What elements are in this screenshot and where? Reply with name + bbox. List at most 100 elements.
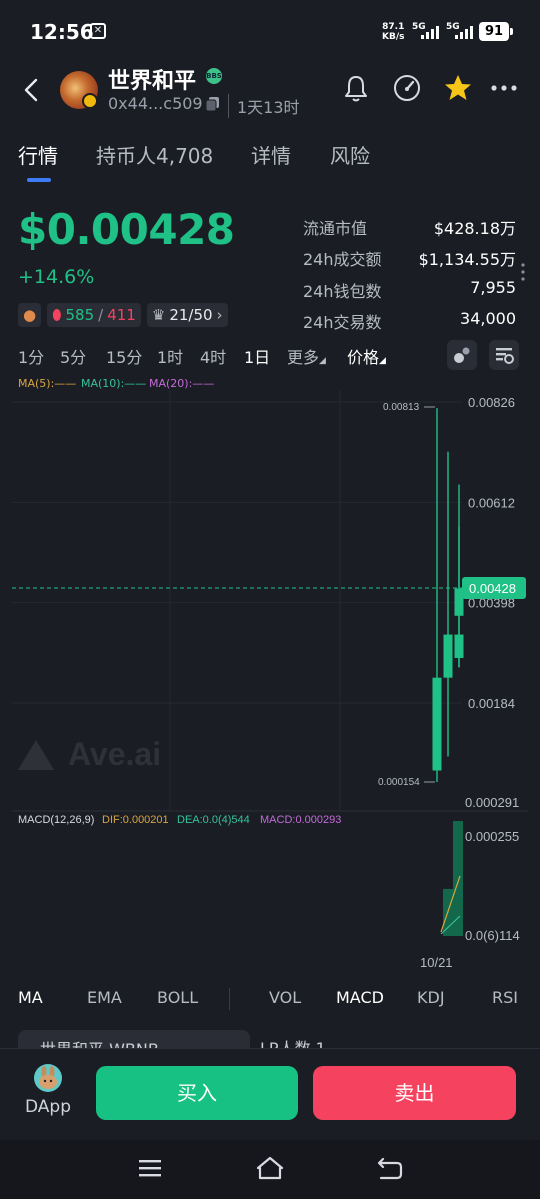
star-icon[interactable] [442, 72, 474, 104]
current-price-tag-text: 0.00428 [469, 581, 516, 596]
tab-indicator [27, 178, 51, 182]
signal-icon-2 [455, 26, 473, 39]
y-tick-label: 0.00612 [468, 495, 515, 510]
timeframe-more[interactable]: 更多◢ [287, 344, 326, 368]
timeframe-1h[interactable]: 1时 [157, 344, 183, 368]
bunny-icon [39, 1066, 57, 1089]
battery-cap [510, 28, 513, 35]
stat-value-volume: $1,134.55万 [418, 250, 516, 269]
indicator-ma[interactable]: MA [18, 988, 43, 1007]
macd-value: MACD:0.000293 [260, 814, 341, 826]
timeframe-15m[interactable]: 15分 [106, 344, 142, 368]
holders-down: 411 [107, 306, 136, 324]
price-chart[interactable]: Ave.ai 0.008260.006120.003980.00184 0.00… [0, 388, 540, 978]
money-bag-icon: ⬮ [52, 306, 62, 324]
crown-icon: ♛ [151, 306, 166, 324]
token-chips: ● ⬮ 585/411 ♛ 21/50 › [18, 303, 228, 327]
watermark-text: Ave.ai [68, 736, 161, 772]
y-axis-ticks: 0.008260.006120.003980.00184 [468, 395, 515, 711]
macd-tick-mid: 0.000255 [465, 829, 519, 844]
tab-holders[interactable]: 持币人4,708 [96, 140, 213, 169]
stat-value-mcap: $428.18万 [433, 219, 516, 238]
battery-icon: 91 [479, 22, 509, 41]
dropdown-icon: ◢ [319, 356, 326, 366]
holders-up: 585 [65, 306, 95, 324]
notification-icon: ✕ [90, 23, 106, 39]
more-icon[interactable] [488, 72, 520, 104]
indicator-kdj[interactable]: KDJ [417, 988, 445, 1007]
vertical-more-icon[interactable] [520, 262, 526, 282]
indicator-ema[interactable]: EMA [87, 988, 122, 1007]
chart-settings-button[interactable] [489, 340, 519, 370]
stat-label-wallets: 24h钱包数 [303, 282, 382, 301]
ave-logo-icon [18, 740, 54, 770]
status-time: 12:56 [30, 20, 94, 44]
token-address[interactable]: 0x44...c509 [108, 94, 203, 113]
macd-bars [440, 821, 463, 936]
status-bar: 12:56 ✕ 87.1 KB/s 5G 5G 91 [0, 0, 540, 64]
indicator-settings-button[interactable] [447, 340, 477, 370]
indicator-divider [229, 988, 230, 1010]
speed-unit: KB/s [382, 32, 405, 42]
macd-name: MACD(12,26,9) [18, 814, 94, 826]
high-label: 0.00813 [383, 402, 420, 413]
macd-tick-top: 0.000291 [465, 795, 519, 810]
current-price: $0.00428 [18, 205, 235, 254]
token-age: 1天13时 [228, 94, 300, 118]
menu-icon[interactable] [136, 1153, 166, 1183]
speed-value: 87.1 [382, 22, 405, 32]
price-mode-label: 价格 [347, 348, 380, 367]
macd-tick-bottom: 0.0(6)114 [465, 928, 520, 943]
macd-dif: DIF:0.000201 [102, 814, 169, 826]
coin-stack-icon: ● [23, 306, 37, 324]
back-icon[interactable] [18, 76, 46, 104]
y-tick-label: 0.00184 [468, 696, 515, 711]
tab-risk[interactable]: 风险 [330, 140, 370, 169]
stat-value-trades: 34,000 [460, 309, 516, 328]
stat-value-wallets: 7,955 [470, 278, 516, 297]
dapp-label[interactable]: DApp [25, 1097, 71, 1117]
signal-icon-1 [421, 26, 439, 39]
low-label: 0.000154 [378, 777, 420, 788]
rank-chip[interactable]: ♛ 21/50 › [146, 303, 228, 327]
network-speed: 87.1 KB/s [382, 22, 404, 42]
gauge-icon[interactable] [391, 72, 423, 104]
timeframe-1m[interactable]: 1分 [18, 344, 44, 368]
indicator-boll[interactable]: BOLL [157, 988, 198, 1007]
macd-dea: DEA:0.0(4)544 [177, 814, 250, 826]
verified-icon: BBS [206, 68, 222, 84]
token-name: 世界和平 [108, 69, 197, 94]
candles [432, 408, 464, 783]
stat-label-volume: 24h成交额 [303, 250, 382, 269]
price-change: +14.6% [18, 266, 95, 288]
tab-bar: 行情 持币人4,708 详情 风险 [0, 140, 540, 186]
buy-button[interactable]: 买入 [96, 1066, 298, 1120]
chain-badge-icon [82, 93, 98, 109]
timeframe-5m[interactable]: 5分 [60, 344, 86, 368]
tab-market[interactable]: 行情 [18, 140, 58, 169]
price-mode-select[interactable]: 价格◢ [347, 344, 386, 368]
tab-details[interactable]: 详情 [251, 140, 291, 169]
holders-chip[interactable]: ⬮ 585/411 [47, 303, 141, 327]
chart-settings-icon [496, 348, 514, 364]
indicator-rsi[interactable]: RSI [492, 988, 518, 1007]
watermark-logo: Ave.ai [18, 736, 161, 772]
bubbles-icon [454, 347, 470, 363]
sell-button[interactable]: 卖出 [313, 1066, 516, 1120]
back-nav-icon[interactable] [375, 1153, 405, 1183]
home-icon[interactable] [255, 1153, 285, 1183]
copy-icon[interactable] [205, 96, 221, 112]
y-tick-label: 0.00826 [468, 395, 515, 410]
indicator-macd[interactable]: MACD [336, 988, 384, 1007]
coin-stack-chip: ● [18, 303, 42, 327]
timeframe-4h[interactable]: 4时 [200, 344, 226, 368]
timeframe-1d[interactable]: 1日 [244, 344, 270, 368]
stat-label-mcap: 流通市值 [303, 219, 368, 238]
bell-icon[interactable] [340, 72, 372, 104]
candle-body [432, 677, 442, 771]
stat-label-trades: 24h交易数 [303, 313, 382, 332]
indicator-vol[interactable]: VOL [269, 988, 301, 1007]
timeframe-more-label: 更多 [287, 348, 320, 367]
dapp-icon[interactable] [34, 1064, 62, 1092]
macd-bar [453, 821, 463, 936]
